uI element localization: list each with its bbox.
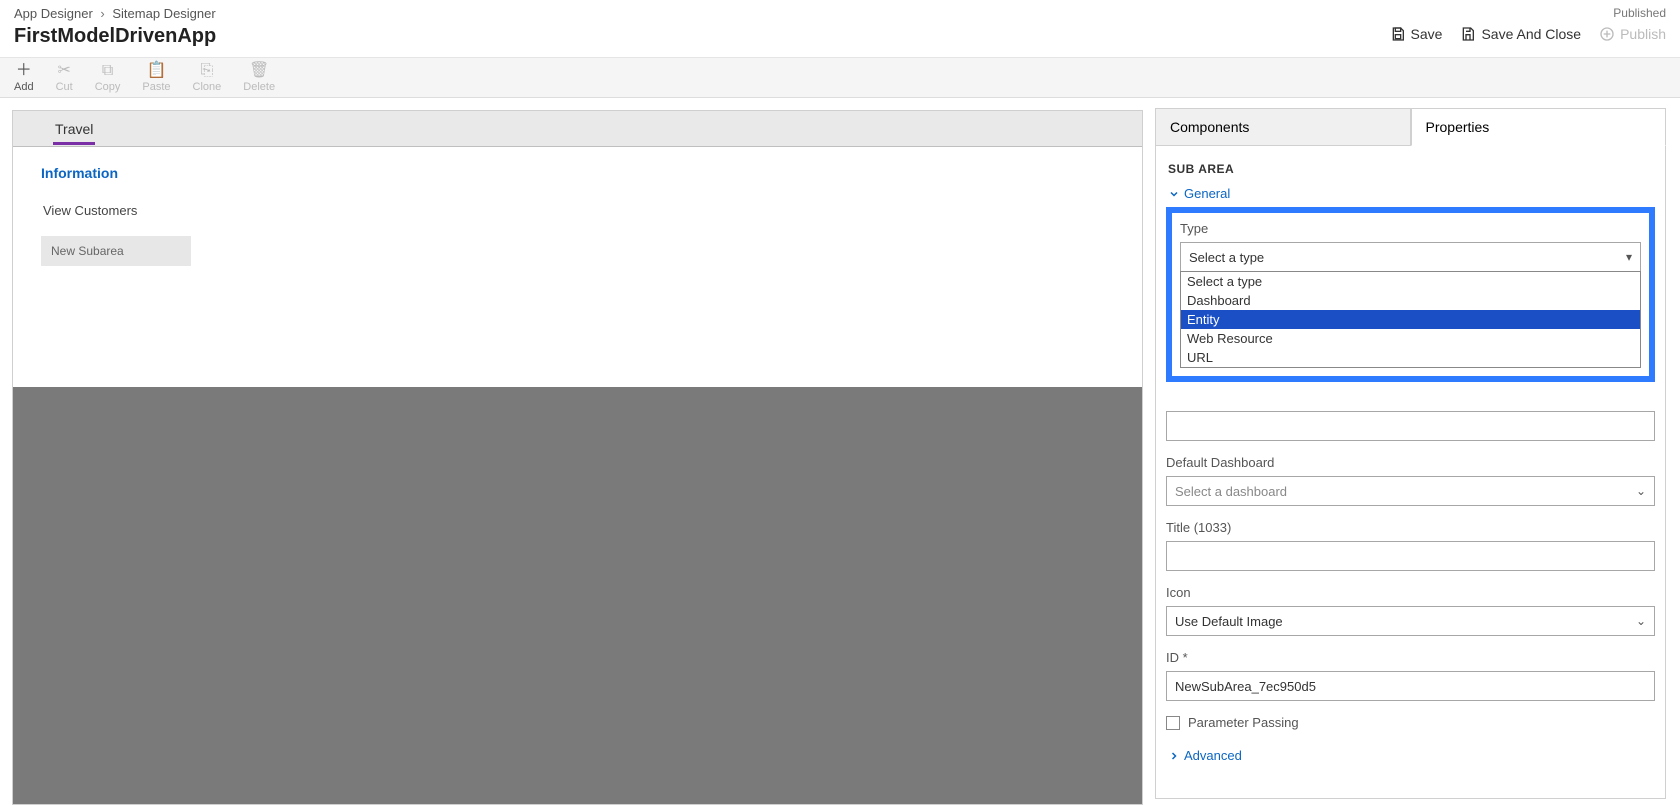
clone-label: Clone xyxy=(193,81,222,93)
top-actions: Save Save And Close Publish xyxy=(1390,26,1666,42)
icon-label: Icon xyxy=(1166,585,1655,600)
type-select[interactable]: Select a type ▾ xyxy=(1180,242,1641,272)
parameter-passing-row[interactable]: Parameter Passing xyxy=(1166,715,1655,730)
main-row: Travel Information View Customers New Su… xyxy=(0,98,1680,805)
publish-status: Published xyxy=(1390,6,1666,20)
tab-properties[interactable]: Properties xyxy=(1411,108,1667,146)
id-label: ID * xyxy=(1166,650,1655,665)
url-input[interactable] xyxy=(1166,411,1655,441)
ribbon-toolbar: ＋ Add ✂ Cut ⧉ Copy 📋 Paste ⎘ Clone 🗑 Del… xyxy=(0,58,1680,98)
general-label: General xyxy=(1184,186,1230,201)
area-tab-travel[interactable]: Travel xyxy=(43,113,105,145)
paste-icon: 📋 xyxy=(147,63,167,79)
tab-components[interactable]: Components xyxy=(1155,108,1411,146)
delete-label: Delete xyxy=(243,81,275,93)
advanced-section-toggle[interactable]: Advanced xyxy=(1168,748,1653,763)
group-information[interactable]: Information xyxy=(41,165,1114,181)
icon-select[interactable]: Use Default Image ⌄ xyxy=(1166,606,1655,636)
title-label: Title (1033) xyxy=(1166,520,1655,535)
copy-button: ⧉ Copy xyxy=(95,63,121,93)
publish-icon xyxy=(1599,26,1615,42)
save-close-label: Save And Close xyxy=(1481,26,1581,42)
advanced-label: Advanced xyxy=(1184,748,1242,763)
icon-value: Use Default Image xyxy=(1175,614,1283,629)
new-subarea-slot[interactable]: New Subarea xyxy=(41,236,191,266)
canvas-body: Information View Customers New Subarea xyxy=(13,147,1142,387)
panel-tabs: Components Properties xyxy=(1155,108,1666,146)
default-dashboard-placeholder: Select a dashboard xyxy=(1175,484,1287,499)
type-field-highlight: Type Select a type ▾ Select a type Dashb… xyxy=(1166,207,1655,382)
add-label: Add xyxy=(14,81,34,93)
type-option-web-resource[interactable]: Web Resource xyxy=(1181,329,1640,348)
sitemap-canvas: Travel Information View Customers New Su… xyxy=(12,110,1143,805)
plus-icon: ＋ xyxy=(16,63,32,79)
default-dashboard-select[interactable]: Select a dashboard ⌄ xyxy=(1166,476,1655,506)
chevron-down-icon xyxy=(1168,188,1180,200)
select-caret-icon: ▾ xyxy=(1626,250,1632,264)
type-label: Type xyxy=(1180,221,1641,236)
default-dashboard-label: Default Dashboard xyxy=(1166,455,1655,470)
type-dropdown-list: Select a type Dashboard Entity Web Resou… xyxy=(1180,271,1641,368)
area-tabstrip: Travel xyxy=(13,111,1142,147)
delete-icon: 🗑 xyxy=(249,63,269,79)
top-bar: App Designer › Sitemap Designer FirstMod… xyxy=(0,0,1680,58)
select-caret-icon: ⌄ xyxy=(1636,484,1646,498)
right-panel: Components Properties SUB AREA General T… xyxy=(1155,98,1680,805)
chevron-right-icon: › xyxy=(100,6,104,21)
section-title: SUB AREA xyxy=(1168,162,1653,176)
subarea-view-customers[interactable]: View Customers xyxy=(41,199,1114,222)
chevron-right-icon xyxy=(1168,750,1180,762)
clone-button: ⎘ Clone xyxy=(193,63,222,93)
clone-icon: ⎘ xyxy=(201,63,214,79)
select-caret-icon: ⌄ xyxy=(1636,614,1646,628)
parameter-passing-label: Parameter Passing xyxy=(1188,715,1299,730)
cut-label: Cut xyxy=(56,81,73,93)
panel-body: SUB AREA General Type Select a type ▾ Se… xyxy=(1155,146,1666,799)
general-section-toggle[interactable]: General xyxy=(1168,186,1653,201)
type-selected-value: Select a type xyxy=(1189,250,1264,265)
publish-label: Publish xyxy=(1620,26,1666,42)
type-option-select-a-type[interactable]: Select a type xyxy=(1181,272,1640,291)
save-label: Save xyxy=(1411,26,1443,42)
save-icon xyxy=(1390,26,1406,42)
type-option-entity[interactable]: Entity xyxy=(1181,310,1640,329)
cut-button: ✂ Cut xyxy=(56,63,73,93)
type-option-dashboard[interactable]: Dashboard xyxy=(1181,291,1640,310)
title-input[interactable] xyxy=(1166,541,1655,571)
copy-label: Copy xyxy=(95,81,121,93)
save-close-icon xyxy=(1460,26,1476,42)
copy-icon: ⧉ xyxy=(102,63,113,79)
cut-icon: ✂ xyxy=(57,63,70,79)
id-input[interactable]: NewSubArea_7ec950d5 xyxy=(1166,671,1655,701)
breadcrumb-sitemap-designer[interactable]: Sitemap Designer xyxy=(112,6,215,21)
add-button[interactable]: ＋ Add xyxy=(14,63,34,93)
type-option-url[interactable]: URL xyxy=(1181,348,1640,367)
parameter-passing-checkbox[interactable] xyxy=(1166,716,1180,730)
paste-button: 📋 Paste xyxy=(142,63,170,93)
save-button[interactable]: Save xyxy=(1390,26,1443,42)
delete-button: 🗑 Delete xyxy=(243,63,275,93)
paste-label: Paste xyxy=(142,81,170,93)
publish-button: Publish xyxy=(1599,26,1666,42)
save-and-close-button[interactable]: Save And Close xyxy=(1460,26,1581,42)
canvas-wrap: Travel Information View Customers New Su… xyxy=(0,98,1155,805)
breadcrumb-app-designer[interactable]: App Designer xyxy=(14,6,93,21)
